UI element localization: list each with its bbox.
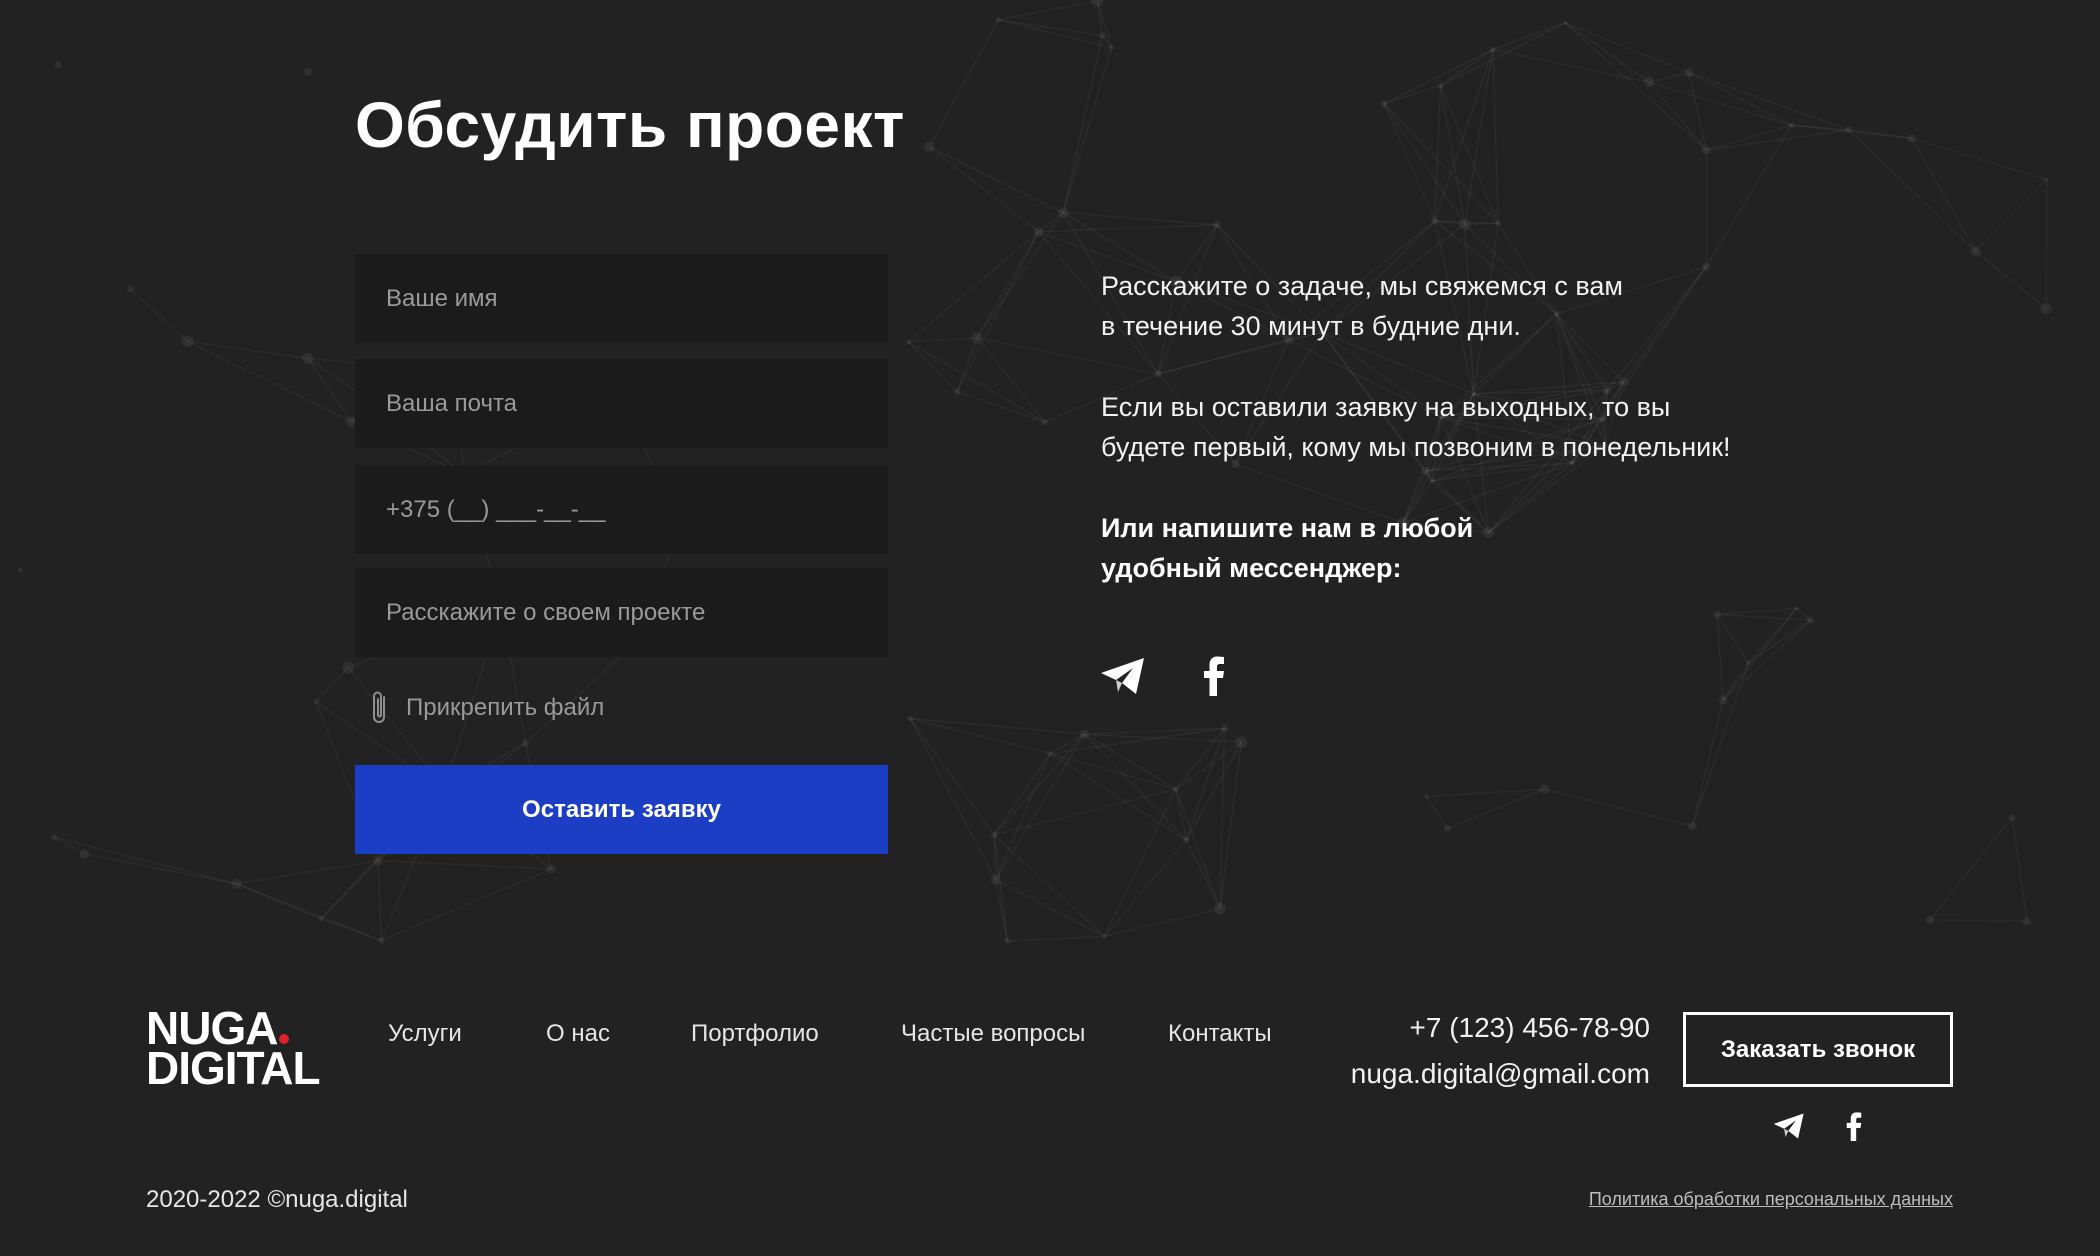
phone-input[interactable] [355, 465, 888, 554]
nav-faq[interactable]: Частые вопросы [901, 1020, 1085, 1048]
info-text-3: Если вы оставили заявку на выходных, то … [1101, 392, 1671, 422]
copyright: 2020-2022 ©nuga.digital [146, 1186, 408, 1213]
footer-email[interactable]: nuga.digital@gmail.com [1351, 1058, 1650, 1090]
attach-file-label: Прикрепить файл [406, 694, 605, 721]
order-call-button[interactable]: Заказать звонок [1683, 1012, 1953, 1087]
nuga-digital-logo[interactable]: NUGA DIGITAL [146, 1005, 321, 1094]
logo-line-2: DIGITAL [146, 1042, 321, 1094]
page-title: Обсудить проект [355, 89, 905, 161]
info-text-1: Расскажите о задаче, мы свяжемся с вам [1101, 271, 1623, 301]
email-input[interactable] [355, 359, 888, 448]
telegram-link[interactable] [1099, 654, 1147, 698]
paperclip-icon [373, 691, 385, 723]
footer-facebook-link[interactable] [1843, 1111, 1865, 1141]
telegram-icon [1101, 658, 1144, 694]
footer-phone[interactable]: +7 (123) 456-78-90 [1409, 1012, 1650, 1044]
nav-about[interactable]: О нас [546, 1020, 610, 1048]
attach-file-button[interactable]: Прикрепить файл [368, 686, 604, 730]
nav-contacts[interactable]: Контакты [1168, 1020, 1272, 1048]
footer-telegram-link[interactable] [1772, 1111, 1806, 1141]
privacy-policy-link[interactable]: Политика обработки персональных данных [1589, 1189, 1953, 1210]
project-input[interactable] [355, 568, 888, 657]
facebook-link[interactable] [1197, 654, 1231, 698]
info-text-4: будете первый, кому мы позвоним в понеде… [1101, 432, 1731, 462]
facebook-icon [1204, 656, 1224, 696]
submit-button[interactable]: Оставить заявку [355, 765, 888, 854]
info-text-2: в течение 30 минут в будние дни. [1101, 311, 1521, 341]
nav-portfolio[interactable]: Портфолио [691, 1020, 819, 1048]
name-input[interactable] [355, 254, 888, 343]
messenger-heading-1: Или напишите нам в любой [1101, 513, 1474, 543]
telegram-icon [1773, 1113, 1804, 1139]
messenger-heading-2: удобный мессенджер: [1101, 553, 1402, 583]
facebook-icon [1846, 1111, 1862, 1141]
nav-services[interactable]: Услуги [388, 1020, 462, 1048]
